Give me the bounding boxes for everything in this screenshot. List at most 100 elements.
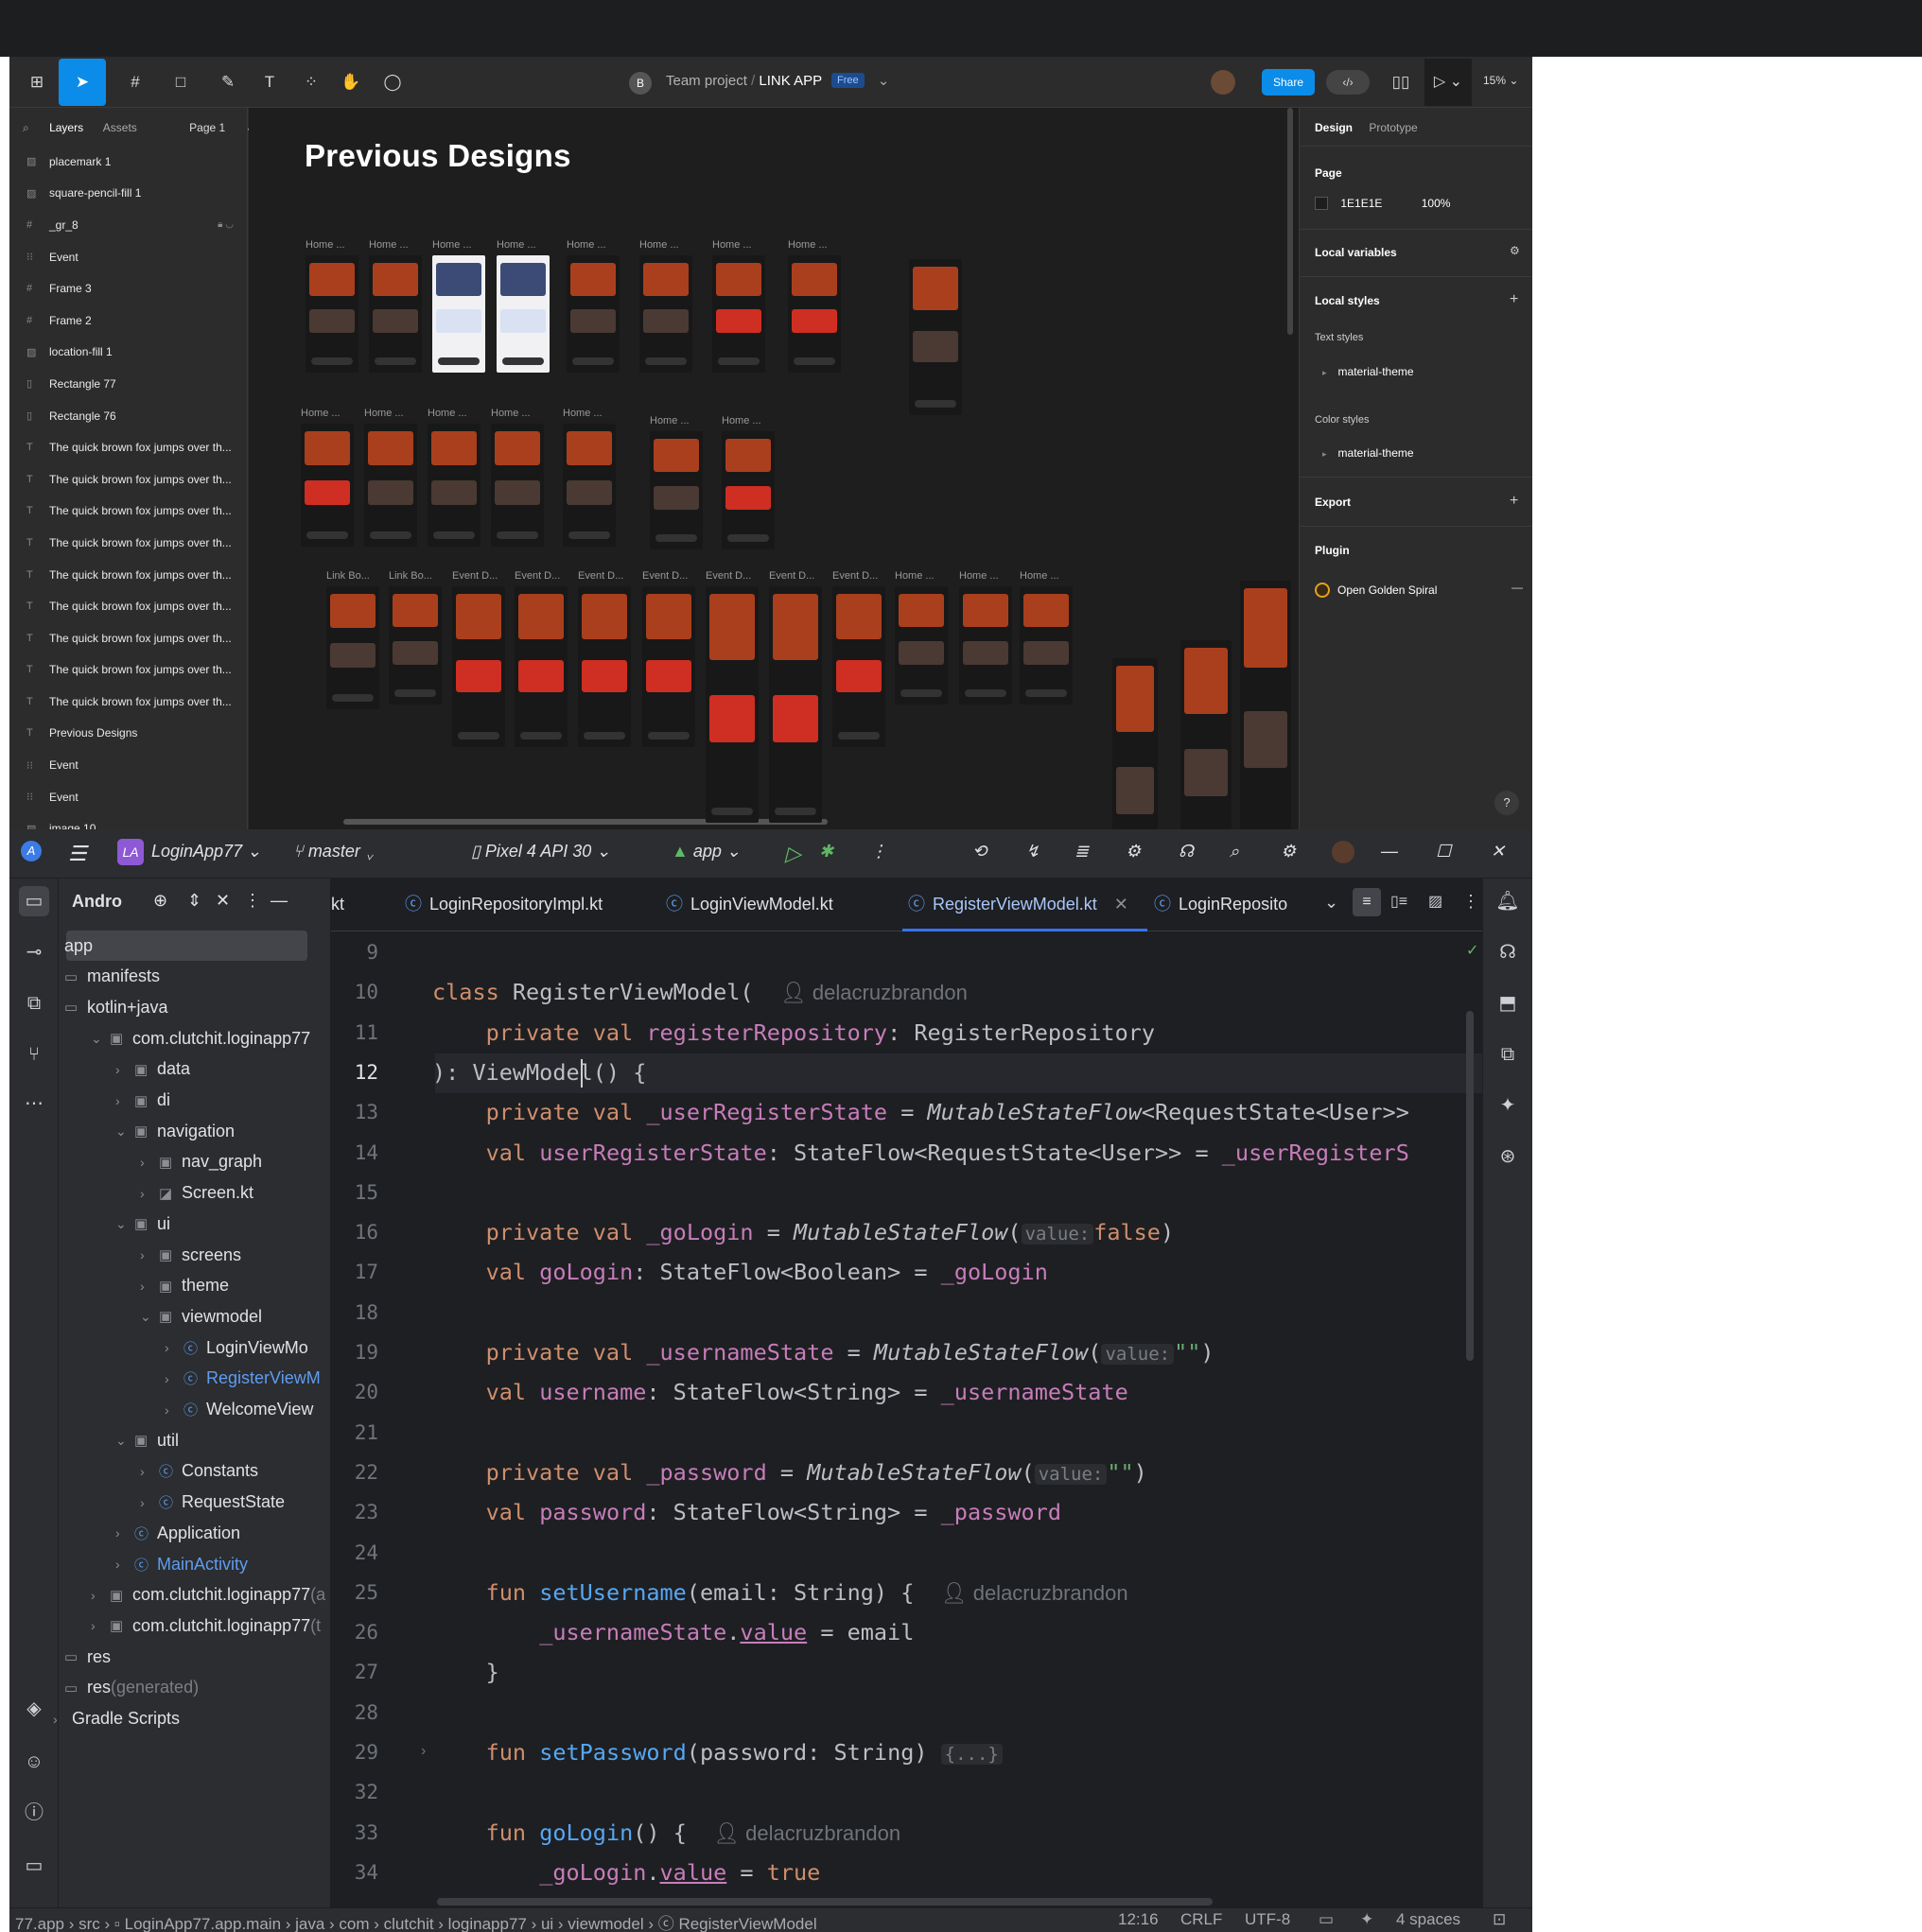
chevron-right-icon[interactable]: › [115,1062,134,1077]
layer-row[interactable]: T The quick brown fox jumps over th... [9,654,247,687]
page-selector[interactable]: Page 1 ⌄ [189,121,254,134]
add-export-icon[interactable]: + [1510,493,1518,510]
design-frame-thumbnail[interactable] [832,586,885,747]
device-selector[interactable]: ▯ Pixel 4 API 30 ⌄ [471,842,610,862]
tree-node[interactable]: › ⓒ MainActivity [115,1550,248,1578]
project-badge[interactable]: LA [117,839,144,865]
design-frame-thumbnail[interactable] [326,586,379,709]
layer-row[interactable]: ▨ placemark 1 [9,146,247,178]
design-frame-thumbnail[interactable] [1020,586,1073,705]
variables-settings-icon[interactable]: ⚙ [1510,244,1520,257]
layer-row[interactable]: # _gr_8 🔒︎ ◡ [9,209,247,241]
design-frame-thumbnail[interactable] [428,424,480,547]
design-view-icon[interactable]: ▨ [1428,892,1442,911]
gemini-icon[interactable]: ☊ [1179,842,1194,862]
app-quality-icon[interactable]: ⊛ [1493,1141,1523,1172]
branch-selector[interactable]: ⑂ master ⌄ [293,842,376,862]
local-variables-heading[interactable]: Local variables [1315,246,1397,259]
plugin-item[interactable]: Open Golden Spiral [1315,583,1437,598]
close-tab-icon[interactable]: ✕ [1114,895,1128,914]
design-frame-thumbnail[interactable] [369,255,422,373]
layer-row[interactable]: ⁝⁝ Event [9,749,247,781]
chevron-right-icon[interactable]: › [115,1557,134,1572]
build-variants-icon[interactable]: ◈ [19,1694,49,1724]
editor-tab[interactable]: ⓒ LoginViewModel.kt [660,879,852,931]
design-frame-thumbnail[interactable] [1240,581,1291,829]
pen-tool-icon[interactable]: ✎ [214,69,242,96]
project-view-title[interactable]: Andro [72,892,122,912]
design-frame-thumbnail[interactable] [895,586,948,705]
comment-tool-icon[interactable]: ◯ [378,69,407,96]
layer-row[interactable]: # Frame 2 [9,305,247,337]
notifications-icon[interactable]: 🔔︎ [1493,886,1523,916]
code-view-icon[interactable]: ≡ [1353,888,1381,916]
chevron-right-icon[interactable]: › [140,1464,159,1479]
locate-icon[interactable]: ⊕ [153,891,167,911]
tree-node[interactable]: ▭ manifests [59,963,160,991]
chevron-down-icon[interactable]: ⌄ [91,1031,110,1047]
run-icon[interactable]: ▷ [785,842,801,866]
chevron-right-icon[interactable]: › [91,1618,110,1633]
chevron-right-icon[interactable]: › [140,1279,159,1294]
commit-icon[interactable]: ⊸ [19,937,49,967]
layer-row[interactable]: T Previous Designs [9,718,247,750]
page-opacity-value[interactable]: 100% [1422,197,1451,210]
user-avatar[interactable] [1211,70,1235,95]
library-icon[interactable]: ▯▯ [1387,69,1415,96]
chevron-right-icon[interactable]: › [165,1402,183,1418]
options-icon[interactable]: ⋮ [244,891,261,911]
more-tools-icon[interactable]: ⋯ [19,1088,49,1119]
design-frame-thumbnail[interactable] [788,255,841,373]
tree-node[interactable]: › ⓒ RegisterViewM [165,1365,321,1393]
tab-layers[interactable]: Layers [49,121,83,134]
chevron-right-icon[interactable]: › [165,1371,183,1386]
tree-node[interactable]: ▭ res (generated) [59,1674,199,1702]
tree-node[interactable]: › ▣ theme [140,1272,229,1300]
design-frame-thumbnail[interactable] [389,586,442,705]
tree-node[interactable]: › ⓒ RequestState [140,1488,285,1517]
layer-row[interactable]: # Frame 3 [9,272,247,305]
tree-node[interactable]: › ▣ com.clutchit.loginapp77 (t [91,1611,321,1640]
editor-tab[interactable]: kt [331,879,363,931]
editor-tab[interactable]: ⓒ LoginRepositoryImpl.kt [399,879,621,931]
apply-changes-icon[interactable]: ↯ [1025,842,1040,862]
design-frame-thumbnail[interactable] [712,255,765,373]
tree-node[interactable]: ⌄ ▣ navigation [115,1117,235,1145]
page-color-value[interactable]: 1E1E1E [1340,197,1382,210]
layer-row[interactable]: T The quick brown fox jumps over th... [9,463,247,496]
help-button[interactable]: ? [1494,791,1519,815]
layer-row[interactable]: T The quick brown fox jumps over th... [9,622,247,654]
maximize-icon[interactable]: ☐ [1436,842,1451,862]
layer-row[interactable]: ▨ location-fill 1 [9,337,247,369]
design-frame-thumbnail[interactable] [563,424,616,547]
main-menu-icon[interactable]: ⊞ [23,69,51,96]
chevron-down-icon[interactable]: ⌄ [140,1309,159,1325]
editor-hscrollbar[interactable] [437,1898,1213,1906]
logcat-icon[interactable]: ☺ [19,1747,49,1777]
tab-list-chevron-icon[interactable]: ⌄ [1324,893,1338,913]
color-style-item[interactable]: ▸ material-theme [1322,446,1414,460]
design-frame-thumbnail[interactable] [306,255,358,373]
layer-row[interactable]: T The quick brown fox jumps over th... [9,590,247,622]
move-tool-icon[interactable]: ➤ [59,59,106,106]
layer-row[interactable]: ⁝⁝ Event [9,781,247,813]
run-config-selector[interactable]: ▲ app ⌄ [672,842,741,862]
expand-all-icon[interactable]: ⇕ [187,891,201,911]
design-frame-thumbnail[interactable] [706,586,759,823]
chevron-right-icon[interactable]: › [140,1495,159,1510]
fold-arrow-icon[interactable]: › [421,1743,426,1760]
tree-node[interactable]: ▭ res [59,1643,111,1671]
layer-row[interactable]: T The quick brown fox jumps over th... [9,496,247,528]
design-frame-thumbnail[interactable] [301,424,354,547]
layer-row[interactable]: T The quick brown fox jumps over th... [9,686,247,718]
chevron-right-icon[interactable]: › [53,1712,72,1727]
chevron-right-icon[interactable]: › [165,1340,183,1355]
tree-node[interactable]: › ▣ nav_graph [140,1148,262,1176]
navigation-breadcrumb[interactable]: 77.app › src › ▫ LoginApp77.app.main › j… [15,1910,817,1932]
editor-tab[interactable]: ⓒ LoginReposito [1148,879,1306,931]
tree-node[interactable]: › ⓒ Constants [140,1457,258,1486]
design-frame-thumbnail[interactable] [1112,658,1158,829]
tree-node[interactable]: ⌄ ▣ viewmodel [140,1302,262,1331]
design-frame-thumbnail[interactable] [515,586,568,747]
account-avatar[interactable] [1332,841,1354,863]
